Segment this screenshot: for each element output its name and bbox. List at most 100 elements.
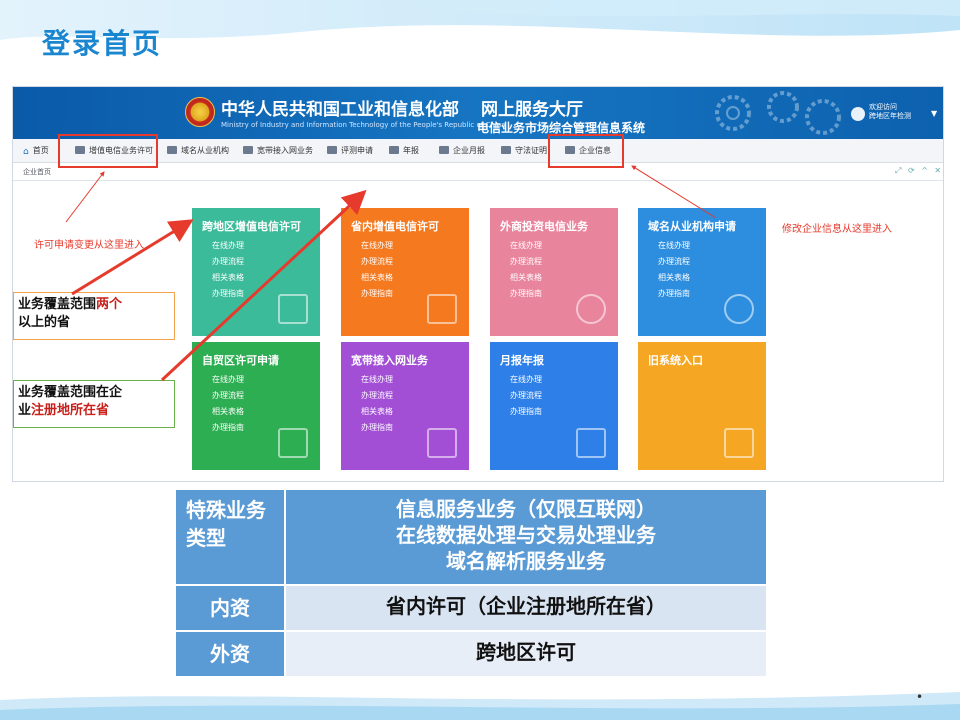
- service-type-1: 信息服务业务（仅限互联网）: [396, 497, 656, 521]
- user-greeting: 欢迎访问 跨地区年检测: [869, 103, 929, 121]
- tile-link[interactable]: 在线办理: [212, 374, 244, 385]
- callout-multi-province: 业务覆盖范围两个以上的省: [13, 292, 175, 340]
- user-icon: [724, 428, 754, 458]
- tile-link[interactable]: 办理指南: [658, 288, 690, 299]
- tile-link[interactable]: 在线办理: [510, 240, 542, 251]
- tile-title[interactable]: 月报年报: [500, 352, 544, 368]
- nav-label: 守法证明: [515, 146, 547, 155]
- tile-link[interactable]: 办理指南: [510, 406, 542, 417]
- tile-title[interactable]: 宽带接入网业务: [351, 352, 428, 368]
- tile-link[interactable]: 办理指南: [212, 288, 244, 299]
- tile-title[interactable]: 省内增值电信许可: [351, 218, 439, 234]
- tile-link[interactable]: 办理指南: [212, 422, 244, 433]
- tile-link[interactable]: 相关表格: [510, 272, 542, 283]
- ministry-name: 中华人民共和国工业和信息化部: [221, 100, 459, 120]
- service-tile[interactable]: 月报年报在线办理办理流程办理指南: [490, 342, 618, 470]
- nav-evaluation[interactable]: 评测申请: [327, 139, 373, 163]
- tile-link[interactable]: 办理流程: [510, 390, 542, 401]
- service-tile[interactable]: 旧系统入口: [638, 342, 766, 470]
- callout-highlight: 两个: [96, 297, 123, 312]
- nav-domain-agency[interactable]: 域名从业机构: [167, 139, 229, 163]
- tile-link[interactable]: 办理流程: [510, 256, 542, 267]
- slide-title: 登录首页: [42, 27, 163, 60]
- tile-title[interactable]: 跨地区增值电信许可: [202, 218, 301, 234]
- tile-link[interactable]: 办理指南: [361, 288, 393, 299]
- user-greeting-line1: 欢迎访问: [869, 103, 897, 111]
- tile-link[interactable]: 相关表格: [212, 406, 244, 417]
- tile-link[interactable]: 在线办理: [361, 374, 393, 385]
- tile-link[interactable]: 在线办理: [658, 240, 690, 251]
- doc-icon: [278, 294, 308, 324]
- callout-text: 业: [18, 403, 32, 418]
- table-cell-foreign: 外资: [176, 632, 284, 676]
- nav-compliance[interactable]: 守法证明: [501, 139, 547, 163]
- user-menu[interactable]: 欢迎访问 跨地区年检测 ▼: [851, 103, 941, 127]
- nav-home[interactable]: ⌂ 首页: [23, 139, 49, 163]
- annotation-license-entry: 许可申请变更从这里进入: [34, 240, 144, 251]
- edit-icon: [327, 146, 337, 154]
- callout-highlight: 注册地所在省: [31, 403, 110, 418]
- callout-text: 以上的省: [18, 315, 71, 330]
- chart-icon: [576, 428, 606, 458]
- atom-icon: [576, 294, 606, 324]
- breadcrumb: 企业首页: [23, 168, 51, 176]
- cup-icon: [389, 146, 399, 154]
- ministry-name-en: Ministry of Industry and Information Tec…: [221, 121, 506, 129]
- national-emblem-icon: [185, 97, 215, 127]
- highlight-nav-license: [58, 134, 158, 168]
- tile-link[interactable]: 办理指南: [361, 422, 393, 433]
- tile-title[interactable]: 域名从业机构申请: [648, 218, 736, 234]
- tile-link[interactable]: 相关表格: [361, 406, 393, 417]
- nav-label: 企业月报: [453, 146, 485, 155]
- table-row: 内资 省内许可（企业注册地所在省）: [176, 586, 766, 630]
- tile-link[interactable]: 办理指南: [510, 288, 542, 299]
- globe-icon: [724, 294, 754, 324]
- callout-text: 业务覆盖范围: [18, 297, 97, 312]
- cup-icon: [439, 146, 449, 154]
- doc-icon: [427, 294, 457, 324]
- cup-icon: [501, 146, 511, 154]
- table-cell-domestic: 内资: [176, 586, 284, 630]
- callout-text: 业务覆盖范围在企: [18, 385, 123, 400]
- caret-down-icon[interactable]: ▼: [931, 109, 937, 118]
- annotation-enterprise-entry: 修改企业信息从这里进入: [782, 224, 892, 235]
- cup-icon: [243, 146, 253, 154]
- tile-link[interactable]: 办理流程: [361, 390, 393, 401]
- nav-broadband[interactable]: 宽带接入网业务: [243, 139, 313, 163]
- tile-link[interactable]: 办理流程: [212, 256, 244, 267]
- table-row: 特殊业务类型 信息服务业务（仅限互联网） 在线数据处理与交易处理业务 域名解析服…: [176, 490, 766, 584]
- gears-decoration-icon: [715, 91, 841, 135]
- service-tile[interactable]: 域名从业机构申请在线办理办理流程相关表格办理指南: [638, 208, 766, 336]
- panel-controls[interactable]: ⤢ ⟳ ^ ✕: [895, 166, 943, 176]
- service-type-3: 域名解析服务业务: [446, 549, 606, 573]
- nav-annual-report[interactable]: 年报: [389, 139, 419, 163]
- user-greeting-line2: 跨地区年检测: [869, 112, 911, 120]
- service-tile[interactable]: 外商投资电信业务在线办理办理流程相关表格办理指南: [490, 208, 618, 336]
- tile-link[interactable]: 在线办理: [212, 240, 244, 251]
- tile-link[interactable]: 办理流程: [361, 256, 393, 267]
- service-type-2: 在线数据处理与交易处理业务: [396, 523, 656, 547]
- nav-monthly-report[interactable]: 企业月报: [439, 139, 485, 163]
- tile-title[interactable]: 外商投资电信业务: [500, 218, 588, 234]
- tile-link[interactable]: 相关表格: [658, 272, 690, 283]
- nav-label: 宽带接入网业务: [257, 146, 313, 155]
- tile-link[interactable]: 办理流程: [212, 390, 244, 401]
- portal-banner: 中华人民共和国工业和信息化部 Ministry of Industry and …: [13, 87, 943, 139]
- tile-link[interactable]: 在线办理: [510, 374, 542, 385]
- nav-label: 年报: [403, 146, 419, 155]
- service-tile[interactable]: 跨地区增值电信许可在线办理办理流程相关表格办理指南: [192, 208, 320, 336]
- tile-link[interactable]: 办理流程: [658, 256, 690, 267]
- nav-home-label: 首页: [32, 146, 49, 155]
- service-tile[interactable]: 省内增值电信许可在线办理办理流程相关表格办理指南: [341, 208, 469, 336]
- edit-icon: [167, 146, 177, 154]
- nav-label: 评测申请: [341, 146, 373, 155]
- service-tile[interactable]: 自贸区许可申请在线办理办理流程相关表格办理指南: [192, 342, 320, 470]
- tile-title[interactable]: 自贸区许可申请: [202, 352, 279, 368]
- tile-link[interactable]: 相关表格: [361, 272, 393, 283]
- service-tile[interactable]: 宽带接入网业务在线办理办理流程相关表格办理指南: [341, 342, 469, 470]
- slide-footer-background: [0, 692, 960, 720]
- tile-title[interactable]: 旧系统入口: [648, 352, 703, 368]
- tile-link[interactable]: 相关表格: [212, 272, 244, 283]
- tile-link[interactable]: 在线办理: [361, 240, 393, 251]
- table-cell-foreign-value: 跨地区许可: [286, 632, 766, 676]
